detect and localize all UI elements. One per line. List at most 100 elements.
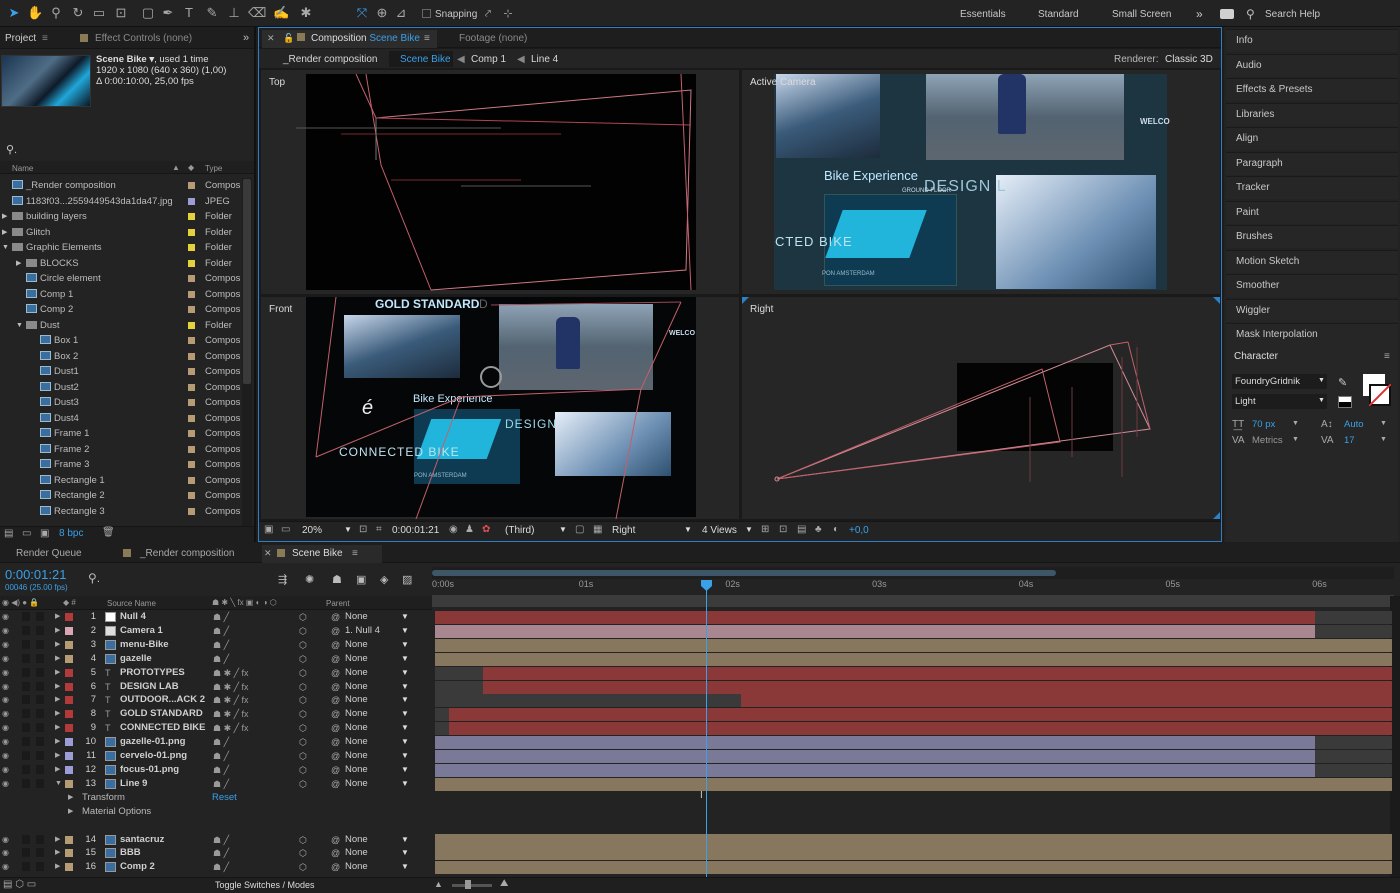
layer-row[interactable]: ◉ ▶ 9 T CONNECTED BIKE ☗ ✱ ╱ fx ⬡ @ None ▼ bbox=[0, 721, 432, 736]
project-item[interactable]: Rectangle 2 Compos bbox=[0, 488, 254, 503]
layer-parent[interactable]: None bbox=[345, 833, 368, 847]
character-menu-icon[interactable]: ≡ bbox=[1384, 351, 1390, 362]
layer-source-name[interactable]: menu-Bike bbox=[120, 638, 169, 652]
parent-dropdown-icon[interactable]: ▼ bbox=[401, 833, 409, 847]
parent-dropdown-icon[interactable]: ▼ bbox=[401, 777, 409, 791]
layer-switches[interactable]: ☗ ╱ bbox=[213, 749, 229, 763]
lock-switch[interactable] bbox=[36, 848, 44, 858]
layer-label-swatch[interactable] bbox=[65, 654, 73, 663]
layer-source-name[interactable]: BBB bbox=[120, 846, 141, 860]
brush-tool-icon[interactable]: ✎ bbox=[204, 5, 220, 21]
tab-render-composition[interactable]: _Render composition bbox=[140, 548, 235, 559]
safe-zones-icon[interactable]: ⌗ bbox=[376, 524, 382, 535]
snapshot-icon[interactable]: ◉ bbox=[449, 524, 458, 535]
selection-tool-icon[interactable]: ➤ bbox=[6, 5, 22, 21]
layer-duration-bar[interactable] bbox=[435, 847, 1392, 861]
clone-stamp-tool-icon[interactable]: ⊥ bbox=[226, 5, 242, 21]
panel-brushes[interactable]: Brushes bbox=[1226, 225, 1398, 248]
3d-layer-icon[interactable]: ⬡ bbox=[299, 735, 307, 749]
label-swatch[interactable] bbox=[188, 476, 195, 484]
layer-switches[interactable]: ☗ ✱ ╱ fx bbox=[213, 680, 249, 694]
panel-paragraph[interactable]: Paragraph bbox=[1226, 151, 1398, 175]
layer-duration-bar[interactable] bbox=[435, 611, 1316, 624]
project-item[interactable]: Comp 1 Compos bbox=[0, 287, 254, 302]
label-swatch[interactable] bbox=[188, 275, 195, 282]
solo-switch[interactable] bbox=[22, 653, 30, 663]
layer-parent[interactable]: None bbox=[345, 652, 368, 666]
view-dropdown-icon[interactable]: ▼ bbox=[684, 525, 692, 534]
layer-switches[interactable]: ☗ ╱ bbox=[213, 763, 229, 777]
label-swatch[interactable] bbox=[188, 461, 195, 468]
col-parent[interactable]: Parent bbox=[326, 599, 350, 608]
solo-switch[interactable] bbox=[22, 764, 30, 774]
project-item[interactable]: Dust4 Compos bbox=[0, 411, 254, 426]
layer-duration-bar[interactable] bbox=[449, 708, 1392, 722]
disclosure-arrow-icon[interactable]: ▶ bbox=[55, 860, 60, 874]
layer-duration-bar[interactable] bbox=[435, 777, 1392, 791]
solo-switch[interactable] bbox=[22, 862, 30, 872]
crumb-line-4[interactable]: Line 4 bbox=[531, 54, 558, 65]
project-item[interactable]: Dust1 Compos bbox=[0, 364, 254, 379]
frame-blending-icon[interactable]: ▣ bbox=[356, 573, 366, 586]
solo-switch[interactable] bbox=[22, 709, 30, 719]
3d-layer-icon[interactable]: ⬡ bbox=[299, 846, 307, 860]
parent-dropdown-icon[interactable]: ▼ bbox=[401, 749, 409, 763]
visibility-eye-icon[interactable]: ◉ bbox=[2, 735, 9, 749]
timeline-search-icon[interactable]: ⚲. bbox=[88, 571, 100, 585]
parent-dropdown-icon[interactable]: ▼ bbox=[401, 652, 409, 666]
lock-switch[interactable] bbox=[36, 681, 44, 691]
parent-dropdown-icon[interactable]: ▼ bbox=[401, 721, 409, 735]
style-dropdown-icon[interactable]: ▼ bbox=[1318, 397, 1325, 404]
panel-mask-interpolation[interactable]: Mask Interpolation bbox=[1226, 323, 1398, 346]
layer-label-swatch[interactable] bbox=[65, 668, 73, 677]
layer-row[interactable]: ◉ ▶ 3 menu-Bike ☗ ╱ ⬡ @ None ▼ bbox=[0, 637, 432, 652]
layer-parent[interactable]: None bbox=[345, 721, 368, 735]
visibility-eye-icon[interactable]: ◉ bbox=[2, 638, 9, 652]
disclosure-arrow-icon[interactable]: ▶ bbox=[2, 209, 7, 224]
viewport-front[interactable]: GOLD STANDARD D Bike Experience DESIGN C… bbox=[261, 297, 739, 519]
pickwhip-icon[interactable]: @ bbox=[331, 777, 340, 791]
crumb-comp-1[interactable]: Comp 1 bbox=[471, 54, 506, 65]
toggle-switches-modes[interactable]: Toggle Switches / Modes bbox=[215, 880, 315, 890]
toggle-pixel-aspect-icon[interactable]: ⊞ bbox=[761, 524, 769, 535]
layer-switches[interactable]: ☗ ╱ bbox=[213, 652, 229, 666]
parent-dropdown-icon[interactable]: ▼ bbox=[401, 763, 409, 777]
3d-layer-icon[interactable]: ⬡ bbox=[299, 721, 307, 735]
search-help-input[interactable]: Search Help bbox=[1265, 9, 1320, 20]
project-item[interactable]: Rectangle 1 Compos bbox=[0, 473, 254, 488]
timeline-icon[interactable]: ▤ bbox=[797, 524, 806, 535]
visibility-eye-icon[interactable]: ◉ bbox=[2, 833, 9, 847]
pickwhip-icon[interactable]: @ bbox=[331, 763, 340, 777]
sync-settings-icon[interactable] bbox=[1220, 9, 1234, 19]
disclosure-arrow-icon[interactable]: ▶ bbox=[55, 652, 60, 666]
layer-parent[interactable]: None bbox=[345, 666, 368, 680]
panel-paint[interactable]: Paint bbox=[1226, 200, 1398, 224]
3d-layer-icon[interactable]: ⬡ bbox=[299, 763, 307, 777]
pickwhip-icon[interactable]: @ bbox=[331, 693, 340, 707]
3d-layer-icon[interactable]: ⬡ bbox=[299, 680, 307, 694]
layer-duration-bar[interactable] bbox=[482, 666, 1392, 680]
lock-switch[interactable] bbox=[36, 737, 44, 747]
lock-switch[interactable] bbox=[36, 639, 44, 649]
zoom-slider-thumb[interactable] bbox=[465, 880, 471, 889]
panel-menu-icon[interactable]: ≡ bbox=[42, 33, 48, 44]
layer-duration-bar[interactable] bbox=[435, 736, 1316, 750]
visibility-eye-icon[interactable]: ◉ bbox=[2, 763, 9, 777]
project-item[interactable]: ▶ BLOCKS Folder bbox=[0, 256, 254, 271]
footage-tab[interactable]: Footage (none) bbox=[459, 33, 527, 44]
zoom-out-icon[interactable]: ▲ bbox=[434, 879, 443, 889]
layer-parent[interactable]: None bbox=[345, 610, 368, 624]
lock-switch[interactable] bbox=[36, 625, 44, 635]
disclosure-arrow-icon[interactable]: ▶ bbox=[55, 735, 60, 749]
resolution-select[interactable]: (Third) bbox=[505, 525, 534, 536]
disclosure-arrow-icon[interactable]: ▶ bbox=[55, 693, 60, 707]
layer-source-name[interactable]: PROTOTYPES bbox=[120, 666, 185, 680]
lock-switch[interactable] bbox=[36, 764, 44, 774]
layer-row[interactable]: ◉ ▶ 1 Null 4 ☗ ╱ ⬡ @ None ▼ bbox=[0, 610, 432, 624]
pickwhip-icon[interactable]: @ bbox=[331, 833, 340, 847]
visibility-eye-icon[interactable]: ◉ bbox=[2, 624, 9, 638]
3d-layer-icon[interactable]: ⬡ bbox=[299, 610, 307, 624]
zoom-in-icon[interactable]: ⛰ bbox=[500, 878, 508, 889]
layer-row[interactable]: ◉ ▶ 11 cervelo-01.png ☗ ╱ ⬡ @ None ▼ bbox=[0, 749, 432, 763]
solo-switch[interactable] bbox=[22, 737, 30, 747]
